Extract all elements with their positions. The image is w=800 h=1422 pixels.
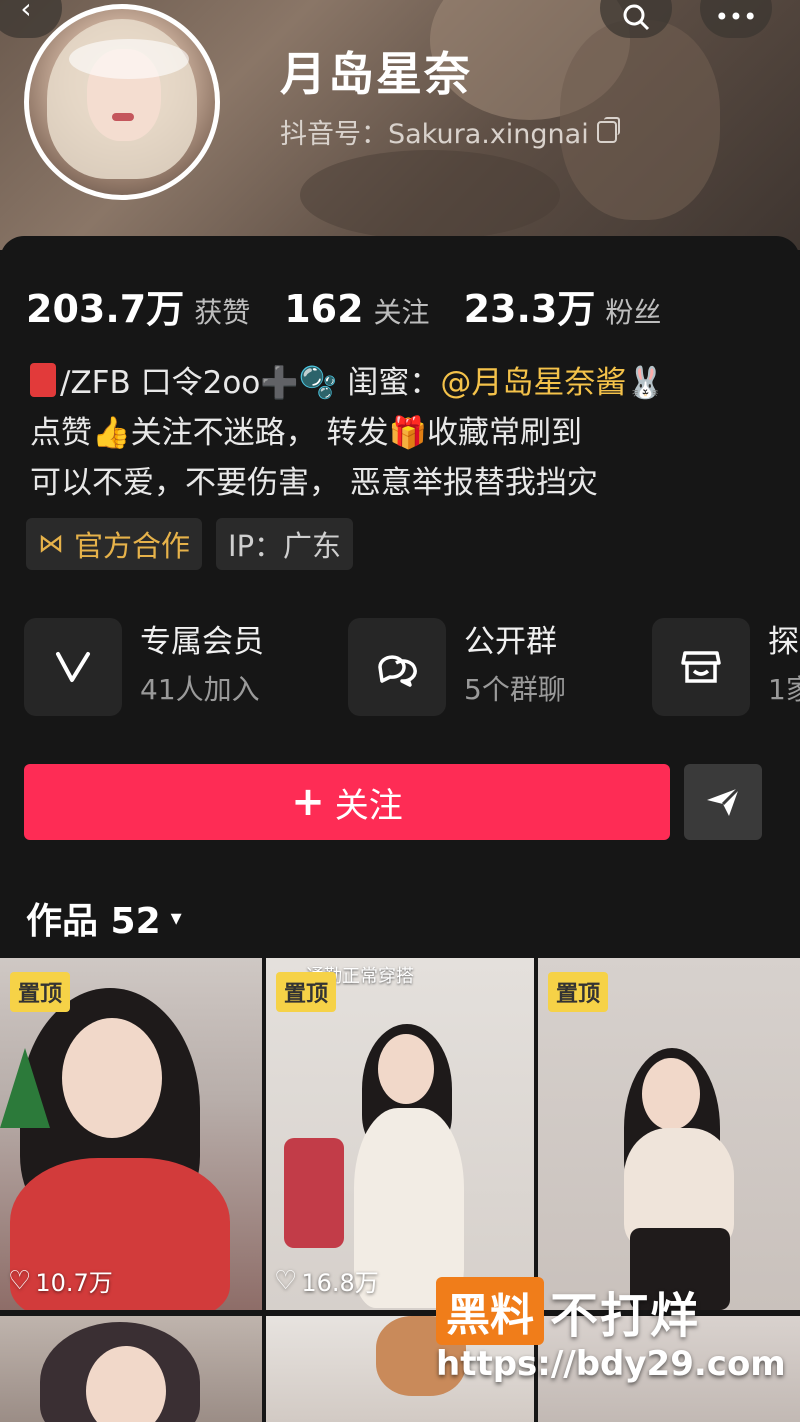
shop-icon bbox=[652, 618, 750, 716]
video-likes-count: 16.8万 bbox=[301, 1269, 379, 1297]
following-count[interactable]: 162 bbox=[284, 287, 363, 331]
official-cooperation-tag[interactable]: ⋈ 官方合作 bbox=[26, 518, 203, 570]
service-group-title: 公开群 bbox=[464, 624, 557, 660]
douyin-id[interactable]: 抖音号：Sakura.xingnai bbox=[280, 112, 620, 151]
thumbnail-bag bbox=[284, 1138, 344, 1248]
service-member-sub: 41人加入 bbox=[140, 673, 260, 706]
service-entries: 专属会员 41人加入 公开群 5个群聊 探 1家 bbox=[24, 618, 800, 718]
ip-location-tag: IP：广东 bbox=[216, 518, 354, 570]
likes-count[interactable]: 203.7万 bbox=[26, 278, 184, 333]
service-member[interactable]: 专属会员 41人加入 bbox=[24, 618, 264, 716]
bio: /ZFB 口令2oo➕🫧 闺蜜：@月岛星奈酱🐰 点赞👍关注不迷路， 转发🎁收藏常… bbox=[30, 358, 780, 508]
service-member-title: 专属会员 bbox=[140, 624, 264, 660]
following-label: 关注 bbox=[373, 296, 430, 329]
thumbnail-face bbox=[62, 1018, 162, 1138]
video-thumbnail[interactable]: 置顶 ♡ 10.7万 bbox=[0, 958, 262, 1310]
copy-icon[interactable] bbox=[596, 116, 620, 143]
chevron-down-icon: ▾ bbox=[170, 905, 182, 931]
official-cooperation-icon: ⋈ bbox=[38, 529, 64, 559]
red-envelope-icon bbox=[30, 363, 56, 397]
plus-icon: + bbox=[291, 779, 325, 825]
service-shop-sub: 1家 bbox=[768, 673, 800, 706]
video-likes: ♡ 16.8万 bbox=[274, 1263, 379, 1298]
follow-button[interactable]: + 关注 bbox=[24, 764, 670, 840]
bio-line-1-prefix: /ZFB 口令2oo➕🫧 闺蜜： bbox=[60, 365, 441, 401]
background-shape bbox=[300, 150, 560, 240]
avatar-lips bbox=[112, 113, 134, 121]
bio-line-2: 点赞👍关注不迷路， 转发🎁收藏常刷到 bbox=[30, 415, 583, 451]
bio-mention-link[interactable]: @月岛星奈酱 bbox=[440, 365, 626, 401]
watermark-url: https://bdy29.com bbox=[436, 1344, 786, 1384]
service-group-sub: 5个群聊 bbox=[464, 673, 566, 706]
heart-icon: ♡ bbox=[8, 1265, 32, 1296]
more-icon: ••• bbox=[714, 3, 758, 31]
profile-name: 月岛星奈 bbox=[280, 47, 472, 101]
likes-label: 获赞 bbox=[194, 296, 251, 329]
avatar-mist bbox=[69, 39, 189, 79]
video-likes-count: 10.7万 bbox=[35, 1269, 113, 1297]
video-thumbnail[interactable]: 置顶 bbox=[538, 958, 800, 1310]
search-icon bbox=[623, 4, 650, 31]
thumbnail-face bbox=[642, 1058, 700, 1130]
video-likes: ♡ 10.7万 bbox=[8, 1263, 113, 1298]
watermark-text: 不打烊 bbox=[550, 1288, 701, 1344]
ip-location-label: IP：广东 bbox=[228, 529, 342, 563]
pinned-badge: 置顶 bbox=[10, 972, 71, 1012]
chat-group-icon bbox=[348, 618, 446, 716]
followers-label: 粉丝 bbox=[605, 296, 662, 329]
pinned-badge: 置顶 bbox=[548, 972, 609, 1012]
works-title: 作品 52 bbox=[26, 901, 161, 942]
works-tab[interactable]: 作品 52 ▾ bbox=[26, 892, 182, 944]
bio-line-1: /ZFB 口令2oo➕🫧 闺蜜：@月岛星奈酱🐰 bbox=[30, 358, 780, 408]
followers-count[interactable]: 23.3万 bbox=[464, 278, 596, 333]
profile-tags: ⋈ 官方合作 IP：广东 bbox=[26, 518, 354, 570]
service-shop[interactable]: 探 1家 bbox=[652, 618, 800, 716]
share-button[interactable] bbox=[684, 764, 762, 840]
stats-row: 203.7万 获赞 162 关注 23.3万 粉丝 bbox=[26, 278, 695, 333]
bio-line-3: 可以不爱，不要伤害， 恶意举报替我挡灾 bbox=[30, 465, 598, 501]
back-icon: ‹ bbox=[20, 0, 32, 25]
video-thumbnail[interactable] bbox=[0, 1316, 262, 1422]
follow-label: 关注 bbox=[334, 785, 403, 826]
service-group[interactable]: 公开群 5个群聊 bbox=[348, 618, 566, 716]
thumbnail-face bbox=[378, 1034, 434, 1104]
official-cooperation-label: 官方合作 bbox=[74, 529, 191, 563]
video-thumbnail[interactable]: 通勤正常穿搭 置顶 ♡ 16.8万 bbox=[266, 958, 534, 1310]
heart-icon: ♡ bbox=[274, 1265, 298, 1296]
watermark-badge: 黑料 bbox=[436, 1277, 544, 1345]
avatar[interactable] bbox=[24, 4, 220, 200]
v-member-icon bbox=[24, 618, 122, 716]
pinned-badge: 置顶 bbox=[276, 972, 337, 1012]
bio-line-1-suffix: 🐰 bbox=[626, 365, 665, 401]
watermark: 黑料 不打烊 bbox=[436, 1276, 700, 1346]
send-icon bbox=[707, 786, 741, 816]
service-shop-title: 探 bbox=[768, 624, 799, 660]
douyin-id-text: 抖音号：Sakura.xingnai bbox=[280, 119, 589, 150]
